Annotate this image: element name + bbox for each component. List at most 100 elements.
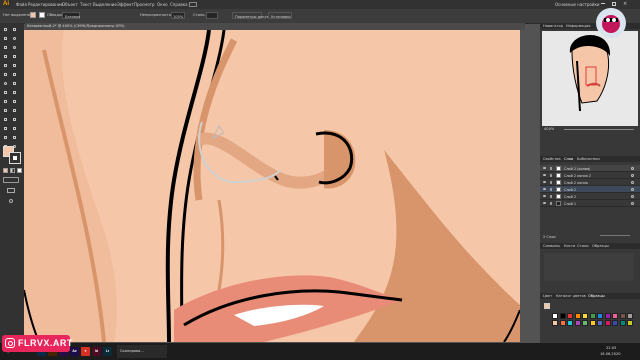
line-tool-icon[interactable] <box>12 54 18 60</box>
color-swatch[interactable] <box>582 320 588 326</box>
blend-tool-icon[interactable] <box>12 117 18 123</box>
tab-navigator[interactable]: Навигатор <box>543 24 563 28</box>
pen-tool-icon[interactable] <box>3 45 9 51</box>
shaper-tool-icon[interactable] <box>3 72 9 78</box>
taskbar-app-icon[interactable]: Ae <box>70 347 79 356</box>
scale-tool-icon[interactable] <box>12 81 18 87</box>
symbol-sprayer-tool-icon[interactable] <box>3 126 9 132</box>
color-swatch[interactable] <box>627 313 633 319</box>
gradient-tool-icon[interactable] <box>12 108 18 114</box>
menu-type[interactable]: Текст <box>80 2 92 7</box>
menu-view[interactable]: Просмотр <box>134 2 155 7</box>
rectangle-tool-icon[interactable] <box>3 63 9 69</box>
menu-select[interactable]: Выделение <box>93 2 117 7</box>
tab-properties[interactable]: Свойства <box>543 157 561 161</box>
shape-builder-tool-icon[interactable] <box>3 99 9 105</box>
taskbar-app-icon[interactable]: ● <box>81 347 90 356</box>
color-swatch[interactable] <box>612 320 618 326</box>
tab-color[interactable]: Цвет <box>543 294 552 298</box>
tab-styles[interactable]: Стили <box>577 244 589 248</box>
visibility-eye-icon[interactable] <box>543 202 546 204</box>
column-graph-tool-icon[interactable] <box>12 126 18 132</box>
color-swatch[interactable] <box>597 320 603 326</box>
stroke-swatch[interactable] <box>39 12 45 18</box>
color-swatch[interactable] <box>627 320 633 326</box>
lock-icon[interactable] <box>550 202 552 205</box>
target-circle-icon[interactable] <box>631 174 634 177</box>
rotate-tool-icon[interactable] <box>3 81 9 87</box>
menu-file[interactable]: Файл <box>16 2 27 7</box>
eyedropper-tool-icon[interactable] <box>3 117 9 123</box>
visibility-eye-icon[interactable] <box>543 174 546 176</box>
none-mode-icon[interactable] <box>17 168 22 173</box>
tab-color-guide[interactable]: Каталог цветов <box>556 294 586 298</box>
taskbar-app-icon[interactable]: Id <box>92 347 101 356</box>
tab-symbols[interactable]: Символы <box>543 244 560 248</box>
tab-info[interactable]: Информация <box>566 24 590 28</box>
workspace-switcher[interactable]: Основные настройки <box>555 2 599 7</box>
lock-icon[interactable] <box>550 167 552 170</box>
magic-wand-tool-icon[interactable] <box>3 36 9 42</box>
color-swatch[interactable] <box>574 313 581 319</box>
color-swatch[interactable] <box>589 320 596 326</box>
taskbar-app-icon[interactable]: Lr <box>103 347 112 356</box>
lock-icon[interactable] <box>550 174 552 177</box>
edit-toolbar-icon[interactable] <box>9 199 13 203</box>
artboard-canvas[interactable] <box>24 30 520 342</box>
active-fill-swatch[interactable] <box>544 303 550 309</box>
tab-swatches[interactable]: Образцы <box>588 294 605 298</box>
target-circle-icon[interactable] <box>631 195 634 198</box>
curvature-tool-icon[interactable] <box>12 45 18 51</box>
navigator-zoom-value[interactable]: 400% <box>544 127 554 131</box>
target-circle-icon[interactable] <box>631 167 634 170</box>
menu-effect[interactable]: Эффект <box>117 2 134 7</box>
selection-tool-icon[interactable] <box>3 27 9 33</box>
document-settings-button[interactable]: Параметры документа <box>232 12 278 19</box>
fill-swatch[interactable] <box>30 12 36 18</box>
tab-layers[interactable]: Слои <box>564 157 573 161</box>
tab-swatches-symbols[interactable]: Образцы <box>592 244 609 248</box>
direct-selection-tool-icon[interactable] <box>12 27 18 33</box>
layer-row[interactable]: Слой 2 <box>540 193 640 200</box>
stroke-color-box[interactable] <box>9 152 21 164</box>
document-tab[interactable]: Безымянный-2* @ 400% (CMYK/Предпросмотр … <box>25 23 525 30</box>
vertical-scroll-area[interactable] <box>520 30 540 343</box>
layer-row[interactable]: Слой 2 <box>540 186 640 193</box>
menu-help[interactable]: Справка <box>170 2 188 7</box>
free-transform-tool-icon[interactable] <box>12 90 18 96</box>
color-swatch[interactable] <box>567 320 573 326</box>
color-swatch[interactable] <box>589 313 596 319</box>
color-swatch[interactable] <box>552 313 558 319</box>
layer-row[interactable]: Слой 1 <box>540 200 640 207</box>
color-swatch[interactable] <box>619 320 626 326</box>
target-circle-icon[interactable] <box>631 181 634 184</box>
navigator-preview[interactable] <box>542 31 638 126</box>
color-swatch[interactable] <box>574 320 581 326</box>
menu-window[interactable]: Окно <box>157 2 168 7</box>
perspective-grid-tool-icon[interactable] <box>12 99 18 105</box>
slice-tool-icon[interactable] <box>12 135 18 141</box>
color-swatch[interactable] <box>552 320 558 326</box>
lasso-tool-icon[interactable] <box>12 36 18 42</box>
visibility-eye-icon[interactable] <box>543 181 546 183</box>
arrange-icon[interactable] <box>189 2 197 7</box>
maximize-icon[interactable] <box>612 2 616 6</box>
layers-footer-actions[interactable] <box>600 235 630 241</box>
artboard-tool-icon[interactable] <box>3 135 9 141</box>
type-tool-icon[interactable] <box>3 54 9 60</box>
target-circle-icon[interactable] <box>631 202 634 205</box>
color-swatch[interactable] <box>582 313 588 319</box>
tab-libraries[interactable]: Библиотеки <box>577 157 600 161</box>
minimize-icon[interactable] <box>601 3 605 4</box>
visibility-eye-icon[interactable] <box>543 167 546 169</box>
symbols-area[interactable] <box>544 253 634 281</box>
color-swatch[interactable] <box>597 313 603 319</box>
gradient-mode-icon[interactable] <box>10 168 15 173</box>
mesh-tool-icon[interactable] <box>3 108 9 114</box>
tab-brushes[interactable]: Кисти <box>564 244 575 248</box>
color-swatch[interactable] <box>619 313 626 319</box>
screen-mode-icon[interactable] <box>7 188 15 193</box>
navigator-zoom-slider[interactable] <box>564 129 634 130</box>
layer-row[interactable]: Слой 2 копия 2 <box>540 172 640 179</box>
style-select[interactable] <box>206 12 218 19</box>
